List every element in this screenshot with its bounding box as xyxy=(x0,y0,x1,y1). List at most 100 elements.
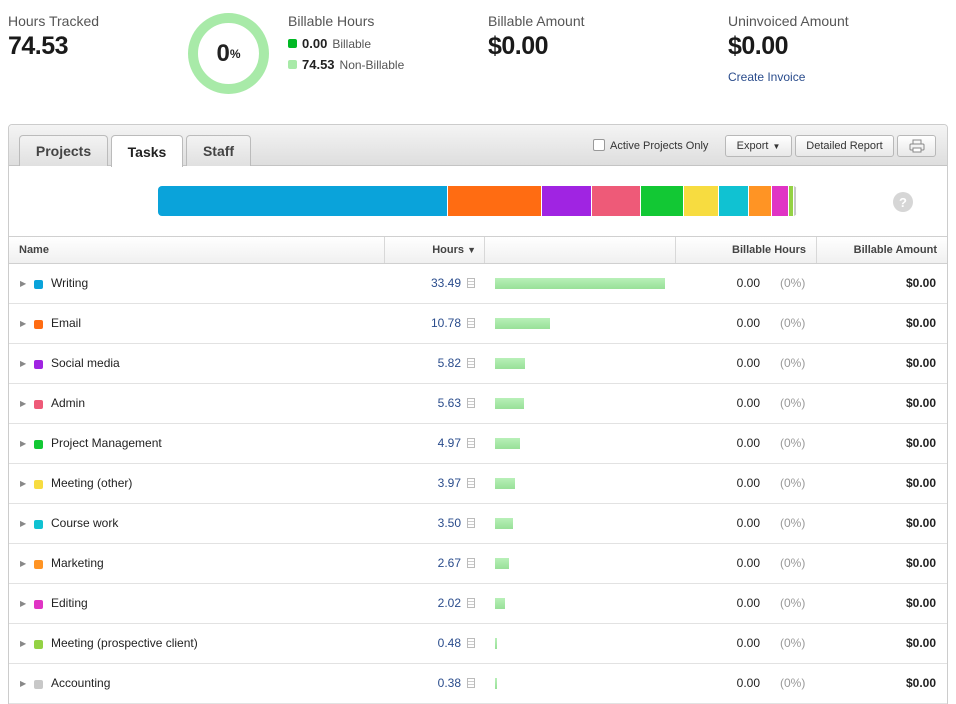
detailed-report-button[interactable]: Detailed Report xyxy=(795,135,894,157)
tab-staff[interactable]: Staff xyxy=(186,135,251,166)
expand-icon[interactable]: ▶ xyxy=(20,439,26,448)
table-row[interactable]: ▶ Email 10.78 0.00 (0%) $0.00 xyxy=(9,304,947,344)
expand-icon[interactable]: ▶ xyxy=(20,639,26,648)
segment-course-work[interactable] xyxy=(718,186,749,216)
task-hours[interactable]: 3.97 xyxy=(438,476,461,490)
billable-value: 0.00 xyxy=(302,36,328,51)
task-name[interactable]: Editing xyxy=(51,596,88,610)
expand-icon[interactable]: ▶ xyxy=(20,519,26,528)
table-row[interactable]: ▶ Writing 33.49 0.00 (0%) $0.00 xyxy=(9,264,947,304)
table-row[interactable]: ▶ Social media 5.82 0.00 (0%) $0.00 xyxy=(9,344,947,384)
table-row[interactable]: ▶ Marketing 2.67 0.00 (0%) $0.00 xyxy=(9,544,947,584)
task-hours[interactable]: 0.38 xyxy=(438,676,461,690)
notes-icon[interactable] xyxy=(467,638,475,648)
notes-icon[interactable] xyxy=(467,678,475,688)
expand-icon[interactable]: ▶ xyxy=(20,599,26,608)
col-billable-amount[interactable]: Billable Amount xyxy=(817,237,947,263)
expand-icon[interactable]: ▶ xyxy=(20,359,26,368)
segment-accounting[interactable] xyxy=(793,186,797,216)
task-hours[interactable]: 5.82 xyxy=(438,356,461,370)
notes-icon[interactable] xyxy=(467,358,475,368)
expand-icon[interactable]: ▶ xyxy=(20,319,26,328)
color-swatch xyxy=(34,480,43,489)
segment-editing[interactable] xyxy=(771,186,790,216)
active-projects-label[interactable]: Active Projects Only xyxy=(610,140,708,152)
billable-percent: (0%) xyxy=(780,476,806,490)
task-name[interactable]: Writing xyxy=(51,276,88,290)
table-row[interactable]: ▶ Accounting 0.38 0.00 (0%) $0.00 xyxy=(9,664,947,704)
create-invoice-link[interactable]: Create Invoice xyxy=(728,70,805,84)
hours-bar xyxy=(495,558,509,569)
task-name[interactable]: Project Management xyxy=(51,436,162,450)
table-header: Name Hours ▼ Billable Hours Billable Amo… xyxy=(9,236,947,264)
table-row[interactable]: ▶ Editing 2.02 0.00 (0%) $0.00 xyxy=(9,584,947,624)
task-hours[interactable]: 4.97 xyxy=(438,436,461,450)
tab-tasks[interactable]: Tasks xyxy=(111,135,183,167)
notes-icon[interactable] xyxy=(467,558,475,568)
segment-meeting-other-[interactable] xyxy=(684,186,719,216)
segment-social-media[interactable] xyxy=(541,186,593,216)
task-name[interactable]: Email xyxy=(51,316,81,330)
task-hours[interactable]: 10.78 xyxy=(431,316,461,330)
segment-email[interactable] xyxy=(448,186,542,216)
hours-bar xyxy=(495,318,550,329)
billable-hours: 0.00 xyxy=(736,476,760,490)
sort-desc-icon: ▼ xyxy=(467,245,476,255)
col-name[interactable]: Name xyxy=(9,237,385,263)
nonbillable-swatch xyxy=(288,60,297,69)
task-name[interactable]: Marketing xyxy=(51,556,104,570)
uninvoiced-label: Uninvoiced Amount xyxy=(728,13,849,29)
segment-admin[interactable] xyxy=(592,186,642,216)
billable-amount: $0.00 xyxy=(905,396,936,410)
billable-amount: $0.00 xyxy=(905,356,936,370)
task-name[interactable]: Admin xyxy=(51,396,85,410)
notes-icon[interactable] xyxy=(467,438,475,448)
table-row[interactable]: ▶ Project Management 4.97 0.00 (0%) $0.0… xyxy=(9,424,947,464)
task-name[interactable]: Meeting (other) xyxy=(51,476,132,490)
task-hours[interactable]: 5.63 xyxy=(438,396,461,410)
table-row[interactable]: ▶ Course work 3.50 0.00 (0%) $0.00 xyxy=(9,504,947,544)
col-billable-hours[interactable]: Billable Hours xyxy=(676,237,817,263)
active-projects-checkbox[interactable] xyxy=(593,139,605,151)
expand-icon[interactable]: ▶ xyxy=(20,479,26,488)
billable-hours: 0.00 xyxy=(736,276,760,290)
task-hours[interactable]: 3.50 xyxy=(438,516,461,530)
billable-hours: 0.00 xyxy=(736,316,760,330)
col-hours[interactable]: Hours ▼ xyxy=(385,237,485,263)
notes-icon[interactable] xyxy=(467,518,475,528)
billable-amount: $0.00 xyxy=(905,556,936,570)
notes-icon[interactable] xyxy=(467,598,475,608)
task-hours[interactable]: 2.67 xyxy=(438,556,461,570)
table-row[interactable]: ▶ Admin 5.63 0.00 (0%) $0.00 xyxy=(9,384,947,424)
table-row[interactable]: ▶ Meeting (prospective client) 0.48 0.00… xyxy=(9,624,947,664)
color-swatch xyxy=(34,400,43,409)
task-hours[interactable]: 2.02 xyxy=(438,596,461,610)
segment-project-management[interactable] xyxy=(641,186,685,216)
hours-bar xyxy=(495,438,521,449)
help-icon[interactable]: ? xyxy=(893,192,913,212)
export-button[interactable]: Export ▼ xyxy=(725,135,792,157)
task-name[interactable]: Social media xyxy=(51,356,120,370)
task-name[interactable]: Course work xyxy=(51,516,118,530)
task-hours[interactable]: 33.49 xyxy=(431,276,461,290)
expand-icon[interactable]: ▶ xyxy=(20,279,26,288)
notes-icon[interactable] xyxy=(467,318,475,328)
color-swatch xyxy=(34,640,43,649)
billable-amount: $0.00 xyxy=(905,636,936,650)
print-button[interactable] xyxy=(897,135,936,157)
notes-icon[interactable] xyxy=(467,398,475,408)
task-hours[interactable]: 0.48 xyxy=(438,636,461,650)
expand-icon[interactable]: ▶ xyxy=(20,679,26,688)
tab-projects[interactable]: Projects xyxy=(19,135,108,166)
segment-marketing[interactable] xyxy=(748,186,772,216)
task-name[interactable]: Accounting xyxy=(51,676,110,690)
billable-hours: 0.00 xyxy=(736,396,760,410)
notes-icon[interactable] xyxy=(467,478,475,488)
task-name[interactable]: Meeting (prospective client) xyxy=(51,636,198,650)
notes-icon[interactable] xyxy=(467,278,475,288)
color-swatch xyxy=(34,560,43,569)
table-row[interactable]: ▶ Meeting (other) 3.97 0.00 (0%) $0.00 xyxy=(9,464,947,504)
expand-icon[interactable]: ▶ xyxy=(20,399,26,408)
expand-icon[interactable]: ▶ xyxy=(20,559,26,568)
segment-writing[interactable] xyxy=(158,186,449,216)
